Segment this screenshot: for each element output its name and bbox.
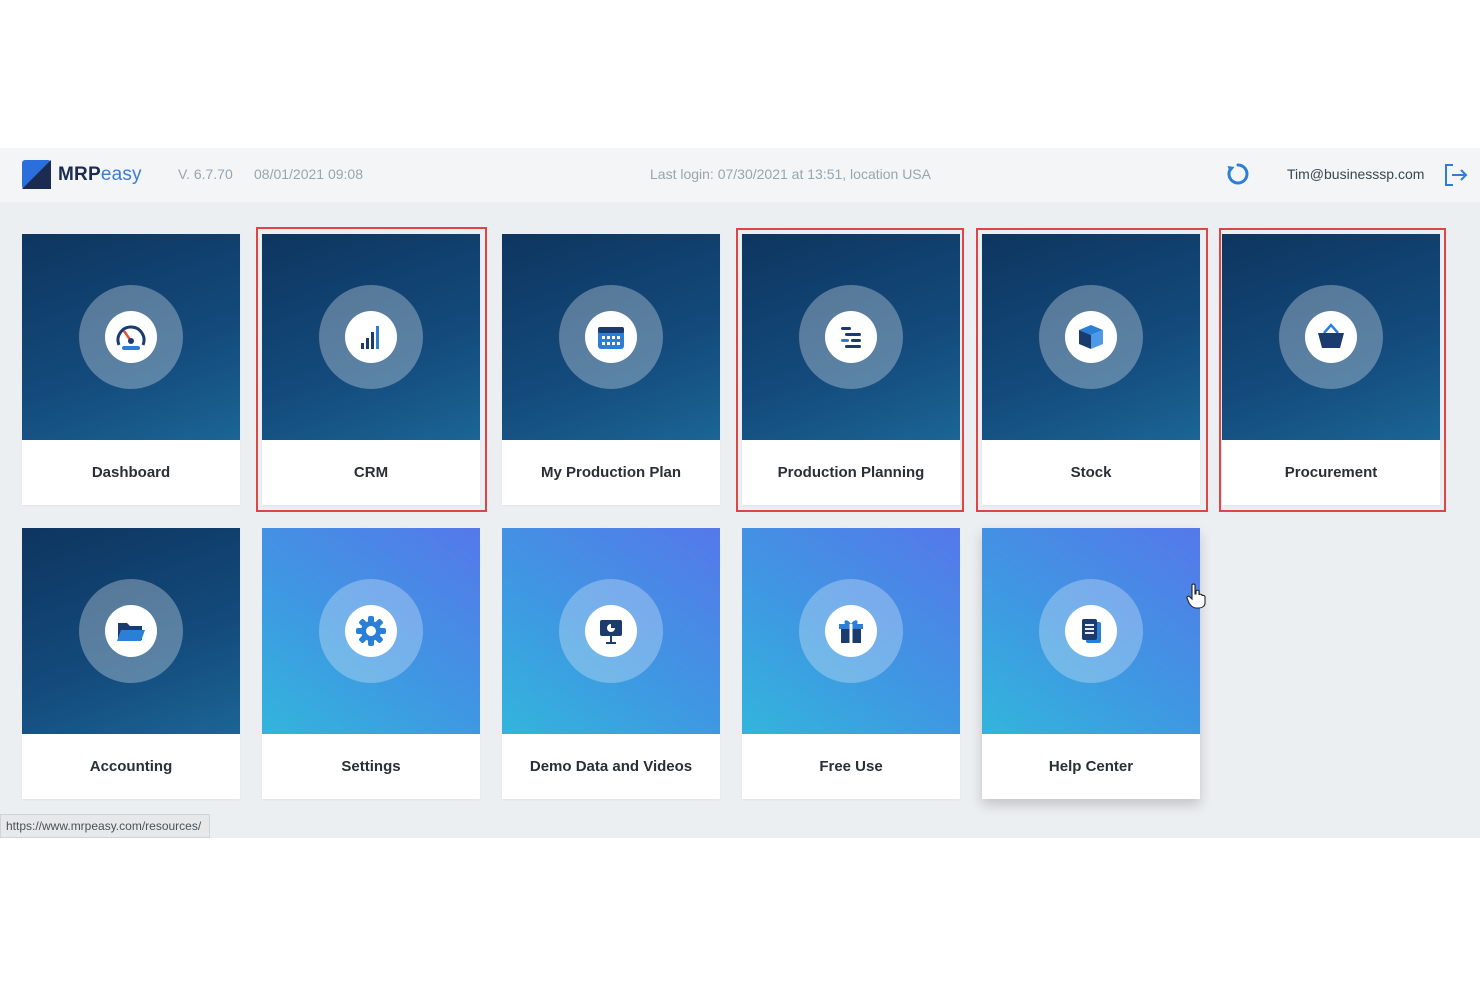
tile-my-production-plan-icon-circle xyxy=(559,285,663,389)
tile-free-use-banner xyxy=(742,528,960,734)
logout-icon[interactable] xyxy=(1443,162,1469,188)
tile-my-production-plan[interactable]: My Production Plan xyxy=(502,234,720,505)
tile-help-center[interactable]: Help Center xyxy=(982,528,1200,799)
tile-demo-data-and-videos-icon-circle xyxy=(559,579,663,683)
folder-icon xyxy=(105,605,157,657)
app-window: MRPeasy V. 6.7.70 08/01/2021 09:08 Last … xyxy=(0,148,1480,838)
tile-stock-icon-circle xyxy=(1039,285,1143,389)
current-datetime: 08/01/2021 09:08 xyxy=(254,166,363,182)
tile-accounting-icon-circle xyxy=(79,579,183,683)
tile-settings-banner xyxy=(262,528,480,734)
tile-label: Help Center xyxy=(1048,758,1134,775)
tile-dashboard[interactable]: Dashboard xyxy=(22,234,240,505)
tile-label: CRM xyxy=(353,464,389,481)
tile-procurement[interactable]: Procurement xyxy=(1222,234,1440,505)
gear-icon xyxy=(345,605,397,657)
tile-label: Free Use xyxy=(819,758,883,775)
tile-free-use-icon-circle xyxy=(799,579,903,683)
status-bar-url: https://www.mrpeasy.com/resources/ xyxy=(0,814,211,838)
tile-help-center-banner xyxy=(982,528,1200,734)
basket-icon xyxy=(1305,311,1357,363)
hand-cursor-icon xyxy=(1186,583,1206,609)
tile-crm-icon-circle xyxy=(319,285,423,389)
tile-production-planning[interactable]: Production Planning xyxy=(742,234,960,505)
tile-production-planning-banner xyxy=(742,234,960,440)
tile-crm-banner xyxy=(262,234,480,440)
tile-stock[interactable]: Stock xyxy=(982,234,1200,505)
tile-label: Stock xyxy=(1070,464,1112,481)
tile-dashboard-banner xyxy=(22,234,240,440)
bar-chart-icon xyxy=(345,311,397,363)
tile-dashboard-icon-circle xyxy=(79,285,183,389)
speedometer-icon xyxy=(105,311,157,363)
tile-demo-data-and-videos[interactable]: Demo Data and Videos xyxy=(502,528,720,799)
top-bar: MRPeasy V. 6.7.70 08/01/2021 09:08 Last … xyxy=(0,148,1480,202)
tile-label: Accounting xyxy=(89,758,173,775)
last-login-info: Last login: 07/30/2021 at 13:51, locatio… xyxy=(650,166,931,182)
logo-text: MRPeasy xyxy=(58,163,142,185)
tile-procurement-icon-circle xyxy=(1279,285,1383,389)
brand-logo[interactable]: MRPeasy xyxy=(22,160,142,189)
logo-mark-icon xyxy=(22,160,51,189)
tile-crm[interactable]: CRM xyxy=(262,234,480,505)
refresh-icon[interactable] xyxy=(1226,162,1250,186)
tile-label: Production Planning xyxy=(777,464,925,481)
tile-production-planning-icon-circle xyxy=(799,285,903,389)
user-email[interactable]: Tim@businesssp.com xyxy=(1287,166,1424,182)
document-icon xyxy=(1065,605,1117,657)
tile-demo-data-and-videos-banner xyxy=(502,528,720,734)
tile-label: Demo Data and Videos xyxy=(529,758,693,775)
tile-accounting-banner xyxy=(22,528,240,734)
tile-label: Procurement xyxy=(1284,464,1378,481)
tile-settings[interactable]: Settings xyxy=(262,528,480,799)
tile-stock-banner xyxy=(982,234,1200,440)
gift-icon xyxy=(825,605,877,657)
gantt-icon xyxy=(825,311,877,363)
tile-my-production-plan-banner xyxy=(502,234,720,440)
box-icon xyxy=(1065,311,1117,363)
presentation-icon xyxy=(585,605,637,657)
tile-label: Settings xyxy=(341,758,401,775)
tile-label: My Production Plan xyxy=(540,464,681,481)
tile-procurement-banner xyxy=(1222,234,1440,440)
app-version: V. 6.7.70 xyxy=(178,166,233,182)
tile-label: Dashboard xyxy=(91,464,171,481)
calendar-icon xyxy=(585,311,637,363)
tile-settings-icon-circle xyxy=(319,579,423,683)
tile-accounting[interactable]: Accounting xyxy=(22,528,240,799)
tile-free-use[interactable]: Free Use xyxy=(742,528,960,799)
tile-help-center-icon-circle xyxy=(1039,579,1143,683)
